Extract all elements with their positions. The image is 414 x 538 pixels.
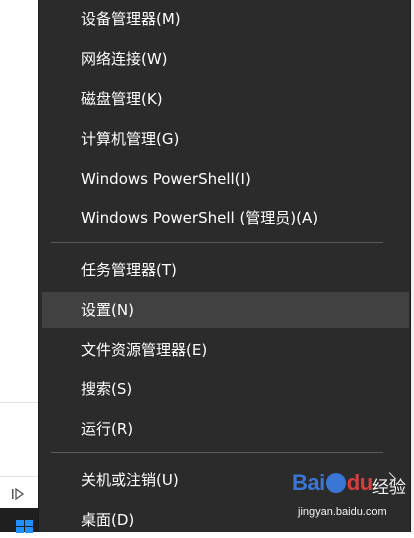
menu-item-search[interactable]: 搜索(S) (42, 371, 409, 407)
baidu-logo: Bai du (292, 470, 373, 496)
menu-item-network-connections[interactable]: 网络连接(W) (42, 41, 409, 77)
menu-item-task-manager[interactable]: 任务管理器(T) (42, 252, 409, 288)
menu-separator (51, 452, 383, 453)
menu-item-settings[interactable]: 设置(N) (42, 292, 409, 328)
divider (0, 476, 39, 477)
menu-separator (51, 242, 383, 243)
background-window-right (410, 0, 414, 532)
baidu-jingyan-watermark: Bai du 经验 jingyan.baidu.com (292, 470, 412, 530)
watermark-url: jingyan.baidu.com (298, 506, 387, 518)
paw-icon (325, 473, 346, 493)
jingyan-label: 经验 (372, 478, 406, 498)
menu-item-label: 关机或注销(U) (81, 471, 179, 489)
baidu-logo-text: Bai (292, 470, 325, 495)
menu-item-run[interactable]: 运行(R) (42, 411, 409, 447)
menu-item-device-manager[interactable]: 设备管理器(M) (42, 1, 409, 37)
baidu-logo-text-du: du (346, 470, 373, 495)
menu-item-powershell[interactable]: Windows PowerShell(I) (42, 161, 409, 197)
windows-logo-icon[interactable] (16, 520, 34, 533)
power-user-menu: 设备管理器(M) 网络连接(W) 磁盘管理(K) 计算机管理(G) Window… (39, 0, 410, 532)
background-window (0, 0, 39, 532)
menu-item-powershell-admin[interactable]: Windows PowerShell (管理员)(A) (42, 200, 409, 236)
menu-item-computer-management[interactable]: 计算机管理(G) (42, 121, 409, 157)
menu-item-file-explorer[interactable]: 文件资源管理器(E) (42, 332, 409, 368)
menu-item-disk-management[interactable]: 磁盘管理(K) (42, 81, 409, 117)
divider (0, 402, 39, 403)
step-play-icon[interactable] (10, 486, 26, 502)
